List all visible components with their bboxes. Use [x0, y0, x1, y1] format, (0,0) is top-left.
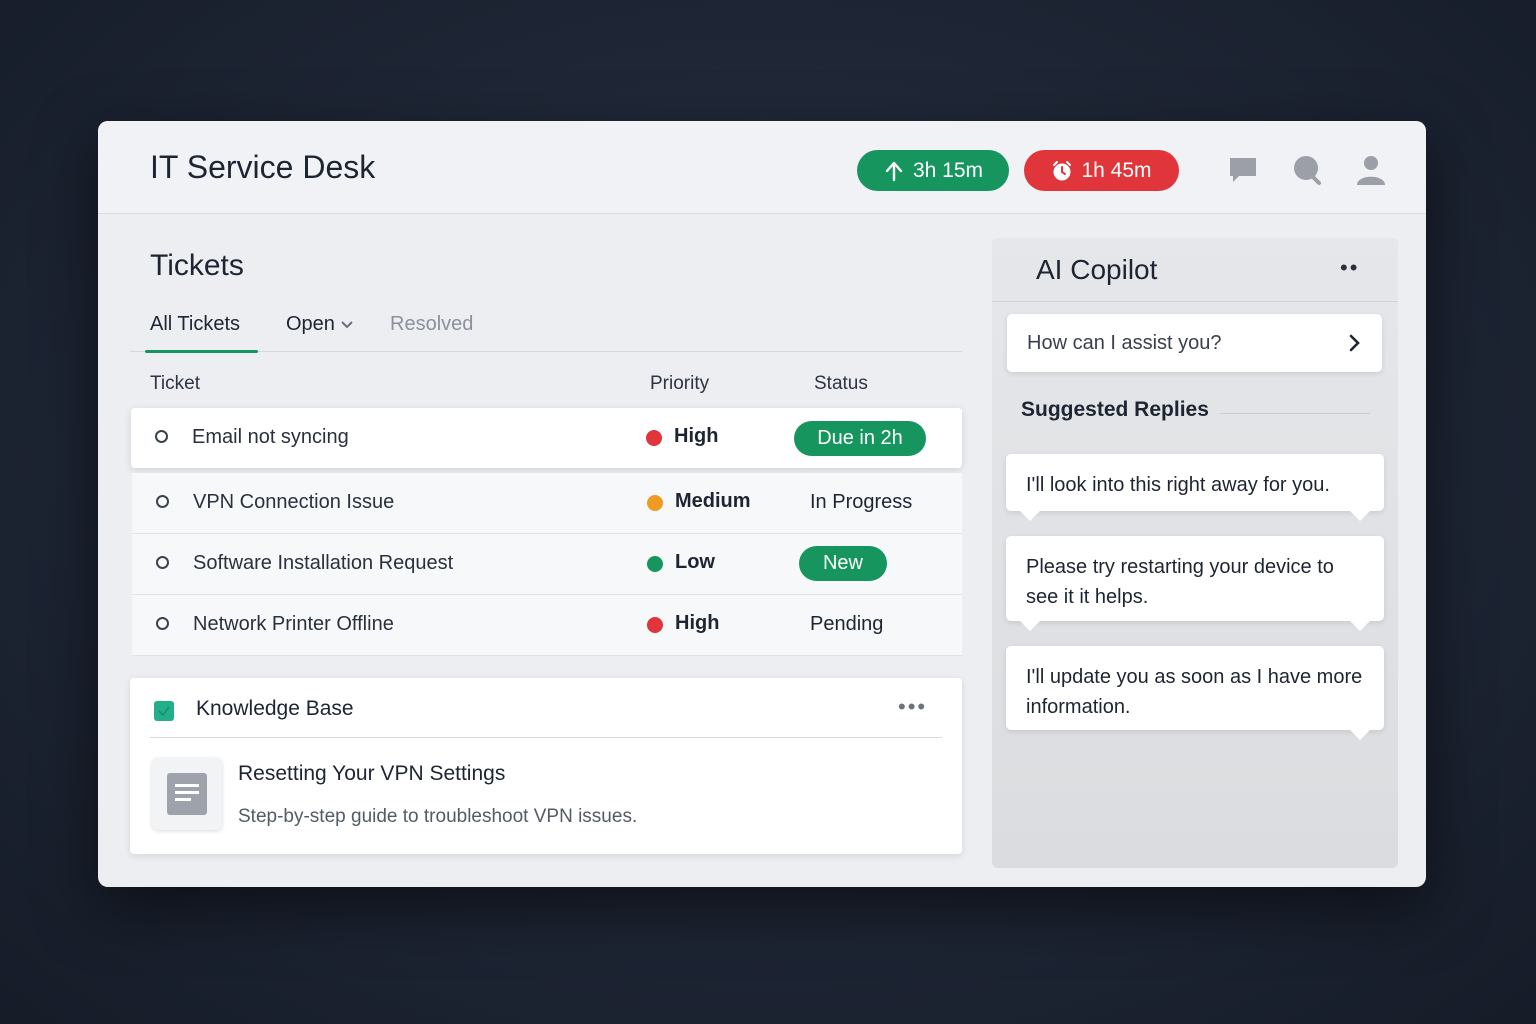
copilot-prompt-input[interactable]: How can I assist you? [1007, 314, 1382, 372]
priority-label: High [675, 612, 720, 634]
reply-text: I'll update you as soon as I have more i… [1026, 666, 1363, 718]
tab-open[interactable]: Open [286, 313, 353, 336]
chevron-down-icon [341, 320, 353, 328]
article-description: Step-by-step guide to troubleshoot VPN i… [238, 806, 638, 827]
table-row[interactable]: Network Printer Offline High Pending [132, 595, 962, 656]
sla-timer-response[interactable]: 3h 15m [857, 150, 1009, 191]
column-header-status[interactable]: Status [814, 373, 868, 395]
timer-label: 3h 15m [912, 158, 984, 182]
ticket-name: Software Installation Request [193, 552, 454, 574]
chat-icon[interactable] [1226, 153, 1260, 187]
row-select-radio[interactable] [155, 430, 168, 443]
tab-all-tickets[interactable]: All Tickets [150, 313, 240, 336]
checkbox-icon[interactable] [154, 701, 174, 721]
article-title[interactable]: Resetting Your VPN Settings [238, 762, 505, 786]
status-badge: New [799, 546, 887, 581]
priority-label: High [674, 425, 719, 447]
priority-dot [647, 556, 663, 572]
reply-text: Please try restarting your device to see… [1026, 556, 1334, 608]
table-row[interactable]: Email not syncing High Due in 2h [131, 408, 962, 468]
reply-text: I'll look into this right away for you. [1026, 474, 1330, 496]
user-icon[interactable] [1354, 153, 1388, 187]
table-row[interactable]: VPN Connection Issue Medium In Progress [132, 473, 962, 534]
row-select-radio[interactable] [156, 617, 169, 630]
bubble-tail [1350, 730, 1370, 740]
table-row[interactable]: Software Installation Request Low New [132, 534, 962, 595]
chevron-right-icon[interactable] [1348, 332, 1362, 354]
tab-resolved[interactable]: Resolved [390, 313, 473, 336]
status-text: Pending [810, 613, 884, 635]
status-text: In Progress [810, 491, 913, 513]
row-select-radio[interactable] [156, 556, 169, 569]
status-badge: Due in 2h [794, 421, 926, 456]
divider [150, 737, 942, 738]
more-options-icon[interactable]: •• [1340, 255, 1359, 281]
prompt-placeholder: How can I assist you? [1027, 332, 1222, 354]
timer-label: 1h 45m [1081, 158, 1152, 182]
priority-label: Low [675, 551, 715, 573]
copilot-header: AI Copilot •• [992, 238, 1398, 302]
suggested-reply[interactable]: I'll update you as soon as I have more i… [1006, 646, 1384, 740]
copilot-title: AI Copilot [1036, 254, 1158, 285]
row-select-radio[interactable] [156, 495, 169, 508]
knowledge-base-card: Knowledge Base ••• Resetting Your VPN Se… [130, 678, 962, 854]
search-icon[interactable] [1290, 153, 1324, 187]
suggested-reply[interactable]: Please try restarting your device to see… [1006, 536, 1384, 631]
ticket-name: Email not syncing [192, 426, 349, 448]
document-icon [152, 758, 222, 830]
app-window: IT Service Desk 3h 15m 1h 45m Tickets Al… [98, 121, 1426, 887]
tab-open-label: Open [286, 313, 335, 335]
priority-dot [647, 617, 663, 633]
tickets-title: Tickets [150, 249, 244, 282]
priority-label: Medium [675, 490, 751, 512]
ticket-name: Network Printer Offline [193, 613, 394, 635]
sla-timer-resolution[interactable]: 1h 45m [1024, 150, 1179, 191]
arrow-up-icon [885, 161, 903, 181]
active-tab-indicator [145, 350, 258, 353]
bubble-tail [1350, 621, 1370, 631]
priority-dot [646, 430, 662, 446]
bubble-tail [1350, 511, 1370, 521]
alarm-clock-icon [1053, 160, 1072, 180]
more-options-icon[interactable]: ••• [898, 694, 927, 720]
top-bar: IT Service Desk 3h 15m 1h 45m [98, 121, 1426, 214]
suggested-reply[interactable]: I'll look into this right away for you. [1006, 454, 1384, 521]
ticket-tabs: All Tickets Open Resolved [130, 309, 962, 353]
priority-dot [647, 495, 663, 511]
bubble-tail [1020, 621, 1040, 631]
bubble-tail [1020, 511, 1040, 521]
column-header-ticket[interactable]: Ticket [150, 373, 200, 395]
column-header-priority[interactable]: Priority [650, 373, 709, 395]
knowledge-base-title: Knowledge Base [196, 697, 354, 720]
ai-copilot-panel: AI Copilot •• How can I assist you? Sugg… [992, 238, 1398, 868]
divider [1220, 413, 1370, 414]
ticket-name: VPN Connection Issue [193, 491, 395, 513]
app-title: IT Service Desk [150, 149, 376, 185]
suggested-replies-label: Suggested Replies [1021, 398, 1209, 421]
